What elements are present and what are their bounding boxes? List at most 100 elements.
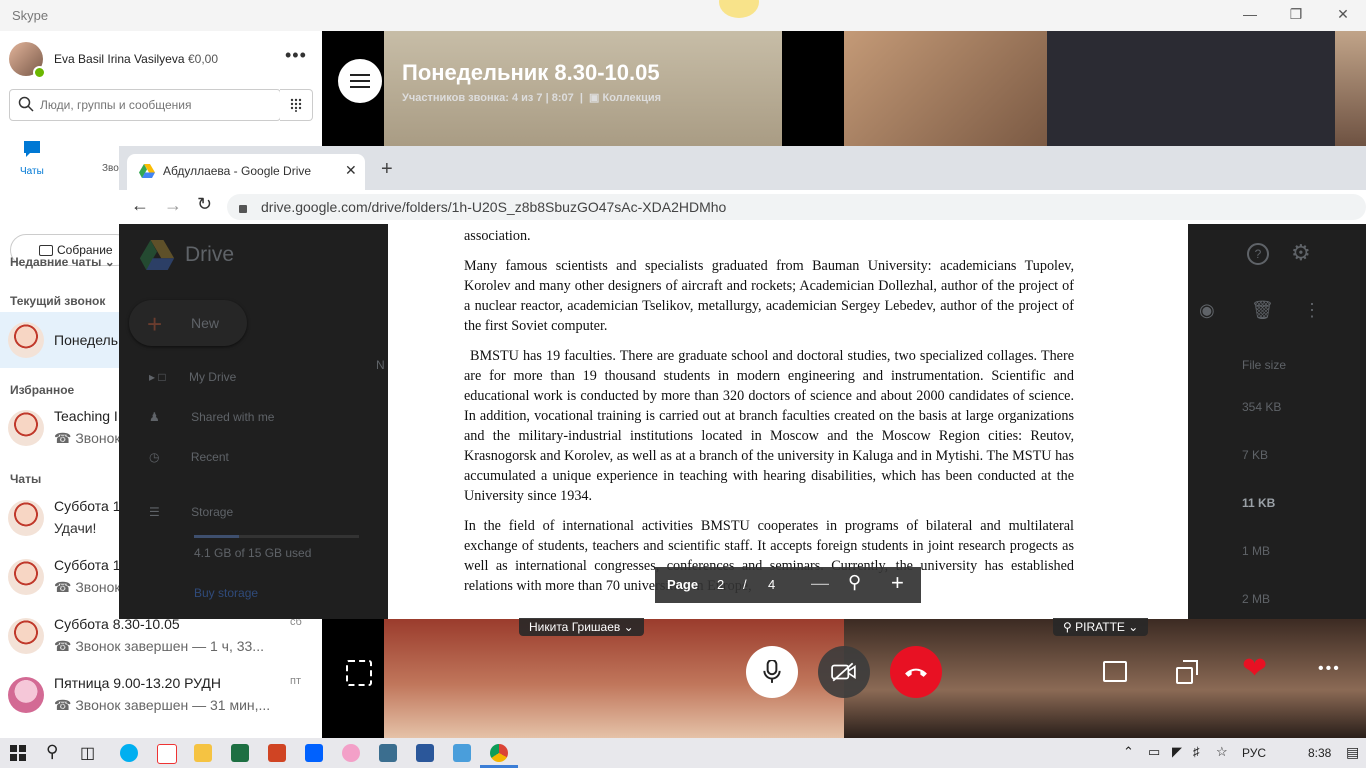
- participant-video[interactable]: [384, 31, 782, 146]
- dialpad-button[interactable]: [280, 89, 313, 121]
- search-icon: [18, 96, 34, 112]
- chat-avatar: [8, 410, 44, 446]
- more-options-icon[interactable]: •••: [1318, 660, 1341, 678]
- tab-calls-label: Зво: [102, 163, 119, 174]
- document-text: association. Many famous scientists and …: [464, 226, 1074, 606]
- wifi-icon[interactable]: ◤: [1172, 744, 1182, 760]
- chat-avatar: [8, 559, 44, 595]
- battery-icon[interactable]: ▭: [1148, 744, 1160, 760]
- skype-taskbar-icon[interactable]: [120, 744, 138, 762]
- more-options-icon[interactable]: •••: [285, 45, 307, 66]
- file-explorer-icon[interactable]: [194, 744, 212, 762]
- tab-chats[interactable]: Чаты: [20, 139, 44, 177]
- user-credit[interactable]: €0,00: [188, 52, 218, 66]
- back-icon[interactable]: ←: [131, 195, 149, 216]
- preview-icon[interactable]: ◉: [1199, 300, 1215, 321]
- participant-video-edge: [1335, 31, 1366, 146]
- task-view-icon[interactable]: ◫: [80, 743, 95, 763]
- windows-start-icon[interactable]: [10, 745, 26, 761]
- column-header-name: N: [376, 358, 385, 372]
- help-icon[interactable]: ?: [1247, 243, 1269, 265]
- new-button[interactable]: + New: [129, 300, 247, 346]
- chat-title: Понедель: [54, 332, 119, 348]
- phone-icon: ☎: [54, 638, 72, 654]
- chat-subtitle: Удачи!: [54, 520, 97, 536]
- reload-icon[interactable]: ↻: [197, 194, 212, 215]
- chat-subtitle: ☎ Звонок: [54, 430, 121, 446]
- zoom-out-icon[interactable]: —: [811, 573, 829, 594]
- current-call-label: Текущий звонок: [10, 294, 106, 308]
- tab-calls[interactable]: Зво: [102, 163, 119, 174]
- clock[interactable]: 8:38: [1308, 746, 1331, 760]
- pdf-toolbar: Page 2 / 4 — ⚲ +: [655, 567, 921, 603]
- call-title: Понедельник 8.30-10.05: [402, 60, 660, 85]
- recent-chats-label[interactable]: Недавние чаты ⌄: [10, 255, 115, 269]
- file-size: 1 MB: [1242, 544, 1271, 558]
- end-call-button[interactable]: [890, 646, 942, 698]
- chat-toggle-icon[interactable]: [1103, 661, 1127, 682]
- search-input[interactable]: [38, 94, 276, 116]
- call-menu-button[interactable]: [338, 59, 382, 103]
- nav-shared[interactable]: ♟ Shared with me: [149, 410, 274, 424]
- page-current-input[interactable]: 2: [717, 577, 724, 592]
- nav-storage[interactable]: ☰ Storage: [149, 505, 233, 519]
- show-hidden-icons[interactable]: ⌃: [1123, 744, 1134, 760]
- app-icon[interactable]: [379, 744, 397, 762]
- excel-icon[interactable]: [231, 744, 249, 762]
- input-language[interactable]: РУС: [1242, 746, 1266, 760]
- list-item[interactable]: Пятница 9.00-13.20 РУДН ☎ Звонок заверше…: [0, 667, 322, 723]
- buy-storage-link[interactable]: Buy storage: [194, 586, 258, 600]
- document-paragraph: BMSTU has 19 faculties. There are gradua…: [464, 348, 1074, 504]
- drive-logo-text: Drive: [185, 243, 235, 266]
- yandex-browser-icon[interactable]: [157, 744, 177, 764]
- switch-view-icon[interactable]: [1176, 660, 1198, 684]
- maximize-button[interactable]: ❐: [1286, 6, 1306, 23]
- close-button[interactable]: ✕: [1333, 6, 1353, 23]
- tab-close-icon[interactable]: ✕: [345, 162, 357, 179]
- user-name[interactable]: Eva Basil Irina Vasilyeva: [54, 52, 185, 66]
- chat-avatar: [8, 618, 44, 654]
- minimize-button[interactable]: —: [1240, 6, 1260, 22]
- zoom-icon[interactable]: ⚲: [848, 572, 861, 593]
- participant-name-tag[interactable]: Никита Гришаев ⌄: [519, 618, 644, 636]
- zoom-in-icon[interactable]: +: [891, 570, 904, 596]
- chat-day: пт: [290, 675, 301, 687]
- participant-video[interactable]: [844, 31, 1047, 146]
- browser-tab[interactable]: Абдуллаева - Google Drive ✕: [127, 154, 365, 190]
- word-icon[interactable]: [416, 744, 434, 762]
- storage-used: 4.1 GB of 15 GB used: [194, 546, 312, 560]
- document-preview[interactable]: association. Many famous scientists and …: [388, 224, 1188, 619]
- app-title: Skype: [12, 8, 49, 23]
- gallery-link[interactable]: Коллекция: [603, 92, 662, 104]
- heart-reaction-icon[interactable]: ❤: [1242, 654, 1267, 684]
- mic-button[interactable]: [746, 646, 798, 698]
- phone-icon: ☎: [54, 697, 72, 713]
- participant-name-tag[interactable]: ⚲ PIRATTE ⌄: [1053, 618, 1149, 636]
- notifications-icon[interactable]: ▤: [1346, 744, 1359, 761]
- forward-icon[interactable]: →: [164, 195, 182, 216]
- volume-icon[interactable]: ♯: [1193, 744, 1200, 759]
- file-size: 2 MB: [1242, 592, 1271, 606]
- chat-title: Суббота 1: [54, 498, 121, 514]
- address-bar[interactable]: drive.google.com/drive/folders/1h-U20S_z…: [227, 194, 1366, 220]
- file-size-header: File size: [1242, 358, 1287, 372]
- page-label: Page: [667, 577, 699, 592]
- language-icon[interactable]: ☆: [1216, 744, 1228, 760]
- microphone-icon: [763, 659, 781, 683]
- screenshot-icon[interactable]: [346, 660, 372, 686]
- dropbox-icon[interactable]: [305, 744, 323, 762]
- more-actions-icon[interactable]: ⋮: [1303, 300, 1321, 321]
- nav-my-drive[interactable]: ▸ □ My Drive: [149, 370, 236, 384]
- powerpoint-icon[interactable]: [268, 744, 286, 762]
- storage-bar-fill: [194, 535, 239, 538]
- chrome-icon[interactable]: [490, 744, 508, 762]
- trash-icon[interactable]: 🗑: [1251, 300, 1274, 321]
- itunes-icon[interactable]: [342, 744, 360, 762]
- search-icon[interactable]: ⚲: [46, 742, 58, 762]
- photos-icon[interactable]: [453, 744, 471, 762]
- nav-recent[interactable]: ◷ Recent: [149, 450, 229, 464]
- settings-icon[interactable]: ⚙: [1291, 240, 1311, 266]
- new-tab-button[interactable]: +: [381, 158, 393, 181]
- google-drive-icon: [139, 164, 155, 178]
- camera-off-button[interactable]: [818, 646, 870, 698]
